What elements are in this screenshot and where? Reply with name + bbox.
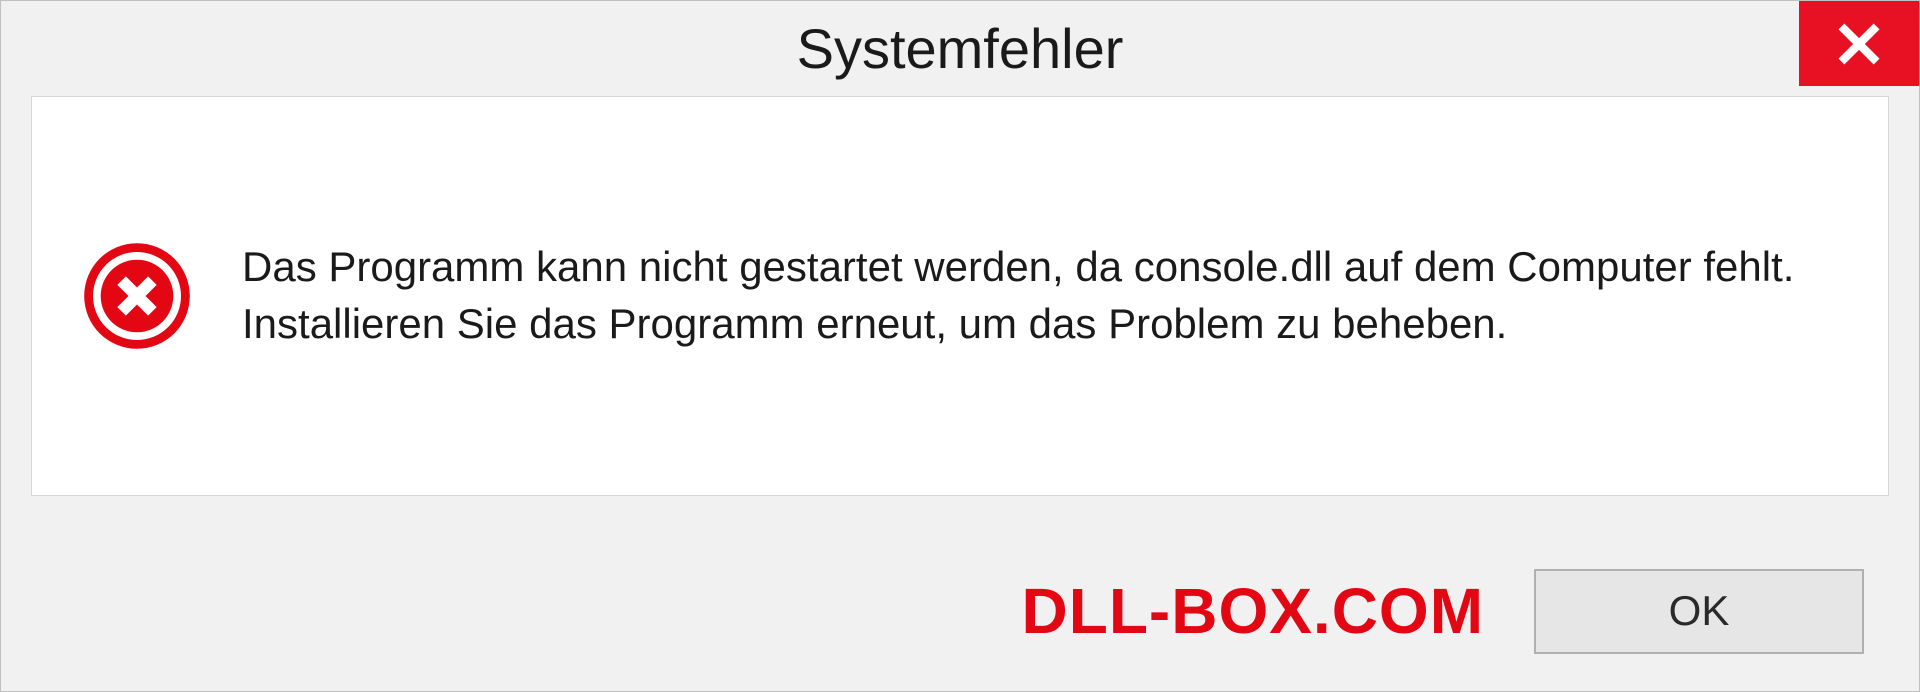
titlebar: Systemfehler (1, 1, 1919, 96)
dialog-footer: DLL-BOX.COM OK (1, 531, 1919, 691)
close-button[interactable] (1799, 1, 1919, 86)
close-icon (1837, 22, 1881, 66)
watermark-text: DLL-BOX.COM (1022, 574, 1485, 648)
error-dialog: Systemfehler Das Programm kann nicht ges… (0, 0, 1920, 692)
dialog-title: Systemfehler (797, 16, 1124, 81)
error-icon (82, 241, 192, 351)
error-message: Das Programm kann nicht gestartet werden… (242, 239, 1838, 352)
content-area: Das Programm kann nicht gestartet werden… (31, 96, 1889, 496)
ok-button[interactable]: OK (1534, 569, 1864, 654)
